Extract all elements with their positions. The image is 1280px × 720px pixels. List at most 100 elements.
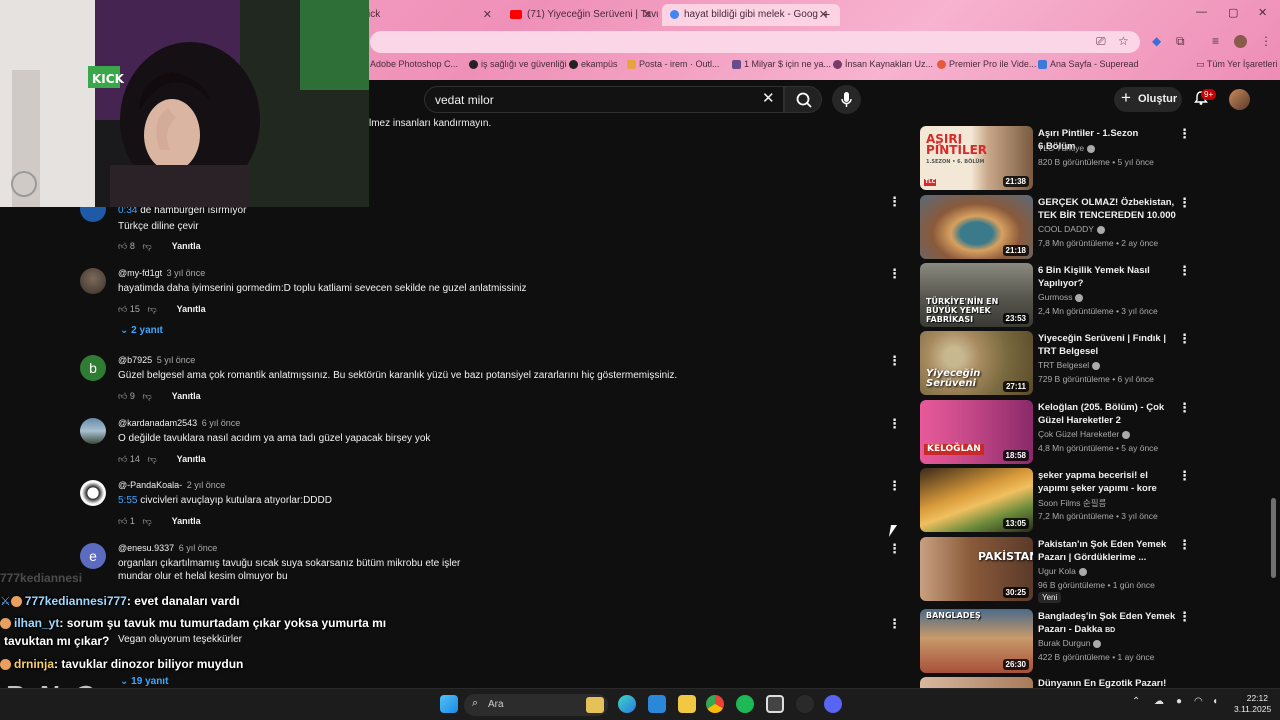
bookmark-item[interactable]: ekampüs: [569, 59, 618, 70]
maximize-icon[interactable]: ▢: [1228, 6, 1238, 19]
wifi-icon[interactable]: ◠: [1194, 696, 1203, 707]
channel-name[interactable]: Burak Durgun: [1038, 638, 1102, 648]
more-icon[interactable]: ⋮: [888, 194, 901, 210]
video-title[interactable]: 6 Bin Kişilik Yemek Nasıl Yapılıyor?: [1038, 264, 1176, 290]
video-thumbnail[interactable]: KELOĞLAN 18:58: [920, 400, 1033, 464]
like-icon[interactable]: 👍︎: [118, 516, 127, 526]
reply-button[interactable]: Yanıtla: [172, 516, 201, 526]
related-video[interactable]: TÜRKİYE'NİN EN BÜYÜK YEMEK FABRİKASI 23:…: [920, 263, 1191, 327]
video-thumbnail[interactable]: Yiyeceğin Serüveni 27:11: [920, 331, 1033, 395]
more-icon[interactable]: ⋮: [1178, 195, 1191, 211]
more-icon[interactable]: ⋮: [888, 416, 901, 432]
video-thumbnail[interactable]: [920, 677, 1033, 688]
translate-link[interactable]: Türkçe diline çevir: [118, 220, 199, 233]
reply-button[interactable]: Yanıtla: [172, 391, 201, 401]
channel-name[interactable]: TRT Belgesel: [1038, 360, 1101, 370]
cloud-icon[interactable]: ☁: [1154, 696, 1164, 707]
reply-button[interactable]: Yanıtla: [172, 241, 201, 251]
avatar[interactable]: b: [80, 355, 106, 381]
edge-icon[interactable]: [618, 695, 636, 713]
close-window-icon[interactable]: ✕: [1258, 6, 1267, 19]
bookmark-item[interactable]: Posta - irem · Outl...: [627, 59, 720, 70]
avatar[interactable]: [80, 268, 106, 294]
more-icon[interactable]: ⋮: [1178, 468, 1191, 484]
channel-name[interactable]: TLC Türkiye: [1038, 143, 1096, 153]
video-title[interactable]: Pakistan'ın Şok Eden Yemek Pazarı | Görd…: [1038, 538, 1176, 564]
timestamp-link[interactable]: 5:55: [118, 495, 137, 506]
more-icon[interactable]: ⋮: [1178, 331, 1191, 347]
more-icon[interactable]: ⋮: [888, 353, 901, 369]
channel-name[interactable]: Gurmoss: [1038, 292, 1084, 302]
related-video[interactable]: AŞIRI PİNTİLER 1.SEZON • 6. BÖLÜM TLC 21…: [920, 126, 1191, 190]
system-clock[interactable]: 22:12 3.11.2025: [1234, 693, 1271, 715]
replies-toggle[interactable]: ⌄ 2 yanıt: [120, 325, 163, 336]
more-icon[interactable]: ⋮: [1178, 609, 1191, 625]
comment-author[interactable]: @enesu.9337: [118, 543, 174, 553]
bookmark-item[interactable]: 1 Milyar $ için ne ya...: [732, 59, 831, 70]
close-icon[interactable]: ✕: [483, 8, 492, 21]
obs-icon[interactable]: [766, 695, 784, 713]
scrollbar-thumb[interactable]: [1271, 498, 1276, 578]
related-video[interactable]: PAKİSTAN 30:25 Pakistan'ın Şok Eden Yeme…: [920, 537, 1191, 603]
video-thumbnail[interactable]: 21:18: [920, 195, 1033, 259]
video-title[interactable]: GERÇEK OLMAZ! Özbekistan, TEK BİR TENCER…: [1038, 196, 1176, 223]
search-input[interactable]: vedat milor: [424, 86, 784, 113]
related-video[interactable]: BANGLADEŞ 26:30 Bangladeş'in Şok Eden Ye…: [920, 609, 1191, 673]
more-icon[interactable]: ⋮: [1178, 537, 1191, 553]
star-icon[interactable]: ☆: [1118, 34, 1129, 48]
tab-2[interactable]: (71) Yiyeceğin Serüveni | Tavuk ✕: [502, 4, 658, 26]
discord-icon[interactable]: [824, 695, 842, 713]
channel-name[interactable]: COOL DADDY: [1038, 224, 1105, 234]
reply-button[interactable]: Yanıtla: [177, 454, 206, 464]
account-avatar[interactable]: [1229, 89, 1250, 110]
related-video[interactable]: KELOĞLAN 18:58 Keloğlan (205. Bölüm) - Ç…: [920, 400, 1191, 464]
channel-name[interactable]: Çok Güzel Hareketler: [1038, 429, 1131, 439]
volume-icon[interactable]: ◖: [1212, 696, 1218, 707]
install-icon[interactable]: ⎚: [1096, 34, 1106, 49]
related-video[interactable]: Yiyeceğin Serüveni 27:11 Yiyeceğin Serüv…: [920, 331, 1191, 395]
all-bookmarks[interactable]: ▭ Tüm Yer İşaretleri: [1196, 59, 1277, 70]
video-thumbnail[interactable]: 13:05: [920, 468, 1033, 532]
chevron-up-icon[interactable]: ⌃: [1132, 696, 1140, 707]
comment-author[interactable]: @b7925: [118, 355, 152, 365]
related-video[interactable]: 21:18 GERÇEK OLMAZ! Özbekistan, TEK BİR …: [920, 195, 1191, 259]
comment-author[interactable]: @kardanadam2543: [118, 418, 197, 428]
more-icon[interactable]: ⋮: [888, 541, 901, 557]
video-title[interactable]: Yiyeceğin Serüveni | Fındık | TRT Belges…: [1038, 332, 1176, 358]
search-button[interactable]: [784, 86, 822, 113]
widget-icon[interactable]: [586, 697, 604, 713]
close-icon[interactable]: ✕: [643, 8, 652, 21]
avatar[interactable]: e: [80, 543, 106, 569]
file-explorer-icon[interactable]: [678, 695, 696, 713]
like-icon[interactable]: 👍︎: [118, 241, 127, 251]
tab-3[interactable]: hayat bildiği gibi melek - Goog ✕: [662, 4, 840, 26]
windows-start-icon[interactable]: [440, 695, 458, 713]
comment-author[interactable]: @my-fd1gt: [118, 268, 162, 278]
bookmark-item[interactable]: Ana Sayfa - Superead: [1038, 59, 1139, 70]
video-thumbnail[interactable]: PAKİSTAN 30:25: [920, 537, 1033, 601]
puzzle-icon[interactable]: ⧉: [1176, 34, 1185, 49]
dislike-icon[interactable]: 👎︎: [142, 391, 151, 401]
channel-name[interactable]: Ugur Kola: [1038, 566, 1087, 576]
video-title[interactable]: Keloğlan (205. Bölüm) - Çok Güzel Hareke…: [1038, 401, 1176, 427]
more-icon[interactable]: ⋮: [888, 266, 901, 282]
store-icon[interactable]: [648, 695, 666, 713]
bookmark-item[interactable]: Adobe Photoshop C...: [370, 59, 458, 69]
avatar[interactable]: [80, 418, 106, 444]
bookmark-item[interactable]: İnsan Kaynakları Uz...: [833, 59, 933, 70]
dislike-icon[interactable]: 👎︎: [147, 454, 156, 464]
profile-icon[interactable]: [1234, 35, 1247, 48]
clear-icon[interactable]: ✕: [762, 89, 775, 107]
chrome-icon[interactable]: [706, 695, 724, 713]
related-video[interactable]: Dünyanın En Egzotik Pazarı!: [920, 677, 1190, 688]
bookmark-item[interactable]: Premier Pro ile Vide...: [937, 59, 1036, 70]
voice-search-button[interactable]: [832, 85, 861, 114]
dislike-icon[interactable]: 👎︎: [142, 241, 151, 251]
bookmark-item[interactable]: iş sağlığı ve güvenliği: [469, 59, 567, 70]
minimize-icon[interactable]: —: [1196, 6, 1207, 18]
video-thumbnail[interactable]: AŞIRI PİNTİLER 1.SEZON • 6. BÖLÜM TLC 21…: [920, 126, 1033, 190]
more-icon[interactable]: ⋮: [888, 478, 901, 494]
video-thumbnail[interactable]: TÜRKİYE'NİN EN BÜYÜK YEMEK FABRİKASI 23:…: [920, 263, 1033, 327]
video-title[interactable]: Dünyanın En Egzotik Pazarı!: [1038, 677, 1176, 688]
comment-author[interactable]: @-PandaKoala-: [118, 480, 182, 490]
